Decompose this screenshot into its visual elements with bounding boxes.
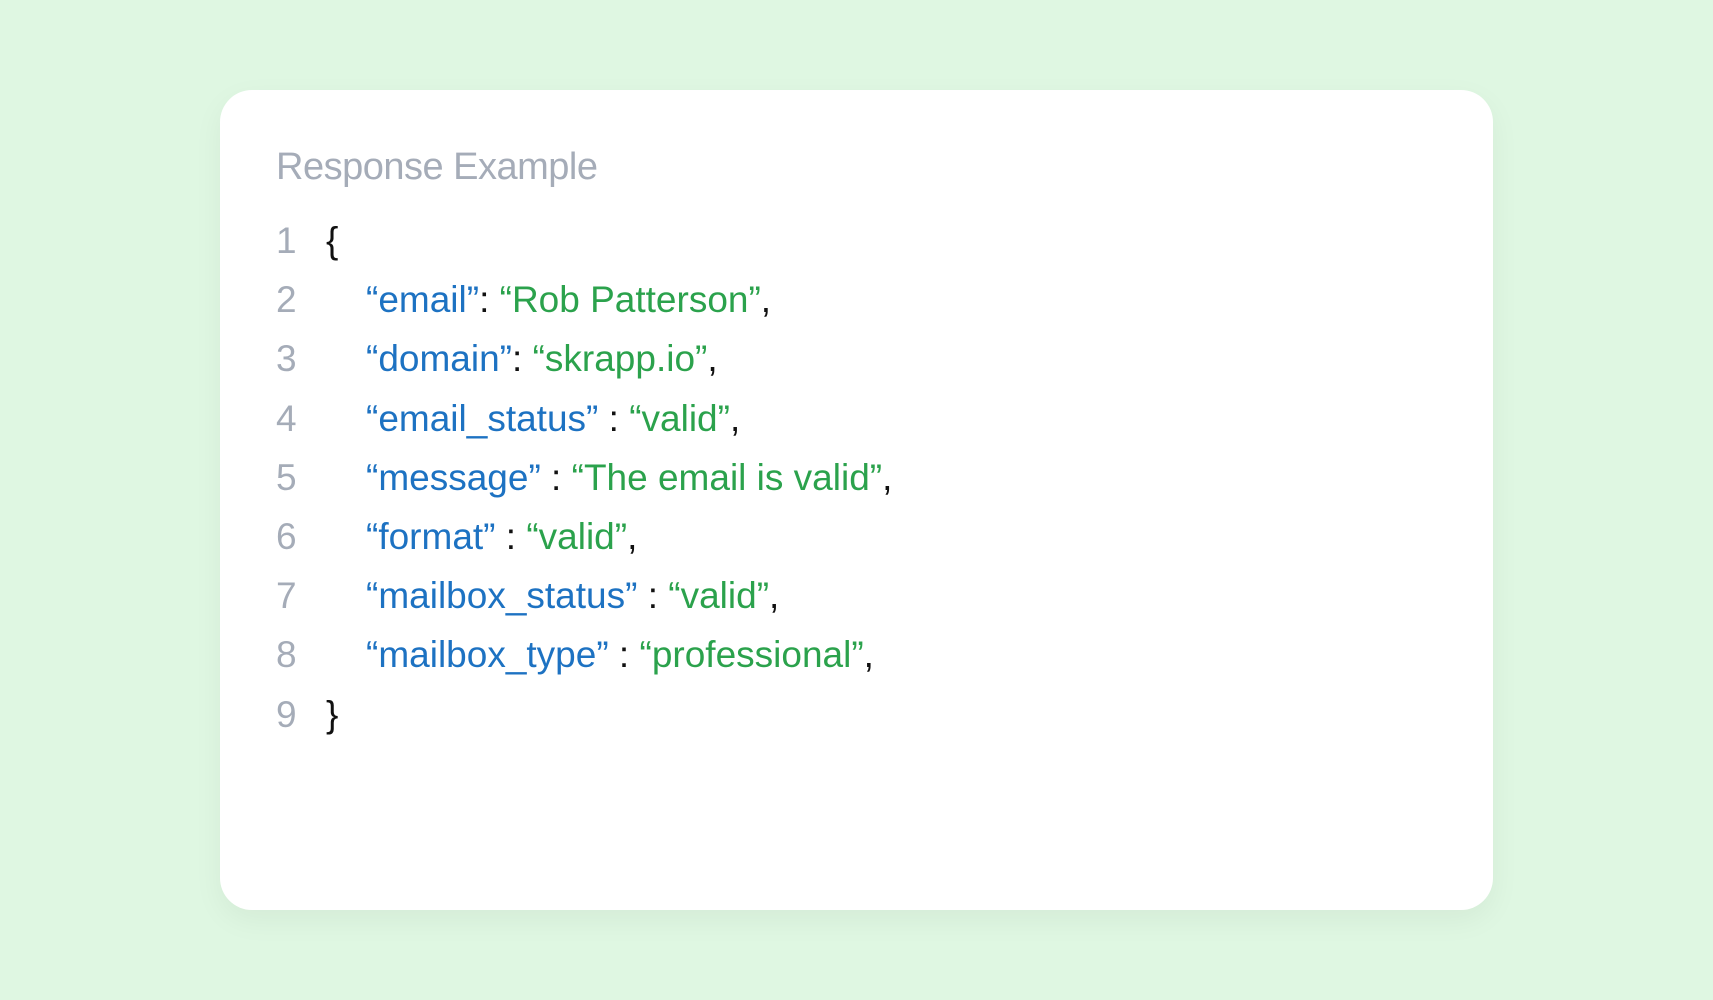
line-content: “email_status” : “valid”, (326, 389, 740, 448)
code-line: 7 “mailbox_status” : “valid”, (276, 566, 1437, 625)
code-line: 1 { (276, 211, 1437, 270)
line-number: 9 (276, 685, 326, 744)
line-number: 8 (276, 625, 326, 684)
code-line: 5 “message” : “The email is valid”, (276, 448, 1437, 507)
json-key: “mailbox_type” (366, 634, 609, 675)
line-number: 6 (276, 507, 326, 566)
line-content: { (326, 211, 338, 270)
line-number: 3 (276, 329, 326, 388)
json-value: “valid” (526, 516, 627, 557)
json-comma: , (882, 457, 892, 498)
json-value: “valid” (668, 575, 769, 616)
line-content: } (326, 685, 338, 744)
code-line: 3 “domain”: “skrapp.io”, (276, 329, 1437, 388)
line-number: 2 (276, 270, 326, 329)
json-comma: , (864, 634, 874, 675)
card-title: Response Example (276, 146, 1437, 189)
line-content: “domain”: “skrapp.io”, (326, 329, 718, 388)
json-comma: , (627, 516, 637, 557)
json-comma: , (769, 575, 779, 616)
json-colon: : (598, 398, 629, 439)
code-line: 2 “email”: “Rob Patterson”, (276, 270, 1437, 329)
json-value: “The email is valid” (572, 457, 882, 498)
line-number: 5 (276, 448, 326, 507)
json-colon: : (496, 516, 527, 557)
open-brace: { (326, 220, 338, 261)
json-key: “email_status” (366, 398, 598, 439)
line-content: “mailbox_type” : “professional”, (326, 625, 874, 684)
json-comma: , (761, 279, 771, 320)
code-line: 9 } (276, 685, 1437, 744)
code-line: 8 “mailbox_type” : “professional”, (276, 625, 1437, 684)
line-number: 1 (276, 211, 326, 270)
json-colon: : (512, 338, 533, 379)
json-colon: : (541, 457, 572, 498)
json-colon: : (637, 575, 668, 616)
code-line: 6 “format” : “valid”, (276, 507, 1437, 566)
line-number: 7 (276, 566, 326, 625)
json-value: “professional” (640, 634, 864, 675)
line-content: “format” : “valid”, (326, 507, 637, 566)
json-key: “email” (366, 279, 479, 320)
json-colon: : (479, 279, 500, 320)
json-value: “valid” (629, 398, 730, 439)
json-value: “Rob Patterson” (500, 279, 761, 320)
line-content: “email”: “Rob Patterson”, (326, 270, 771, 329)
json-key: “message” (366, 457, 541, 498)
json-comma: , (730, 398, 740, 439)
json-colon: : (609, 634, 640, 675)
json-value: “skrapp.io” (533, 338, 708, 379)
line-content: “mailbox_status” : “valid”, (326, 566, 779, 625)
line-number: 4 (276, 389, 326, 448)
line-content: “message” : “The email is valid”, (326, 448, 892, 507)
json-key: “domain” (366, 338, 512, 379)
json-key: “format” (366, 516, 496, 557)
json-key: “mailbox_status” (366, 575, 637, 616)
response-example-card: Response Example 1 { 2 “email”: “Rob Pat… (220, 90, 1493, 910)
json-comma: , (707, 338, 717, 379)
code-block: 1 { 2 “email”: “Rob Patterson”, 3 “domai… (276, 211, 1437, 744)
code-line: 4 “email_status” : “valid”, (276, 389, 1437, 448)
close-brace: } (326, 694, 338, 735)
